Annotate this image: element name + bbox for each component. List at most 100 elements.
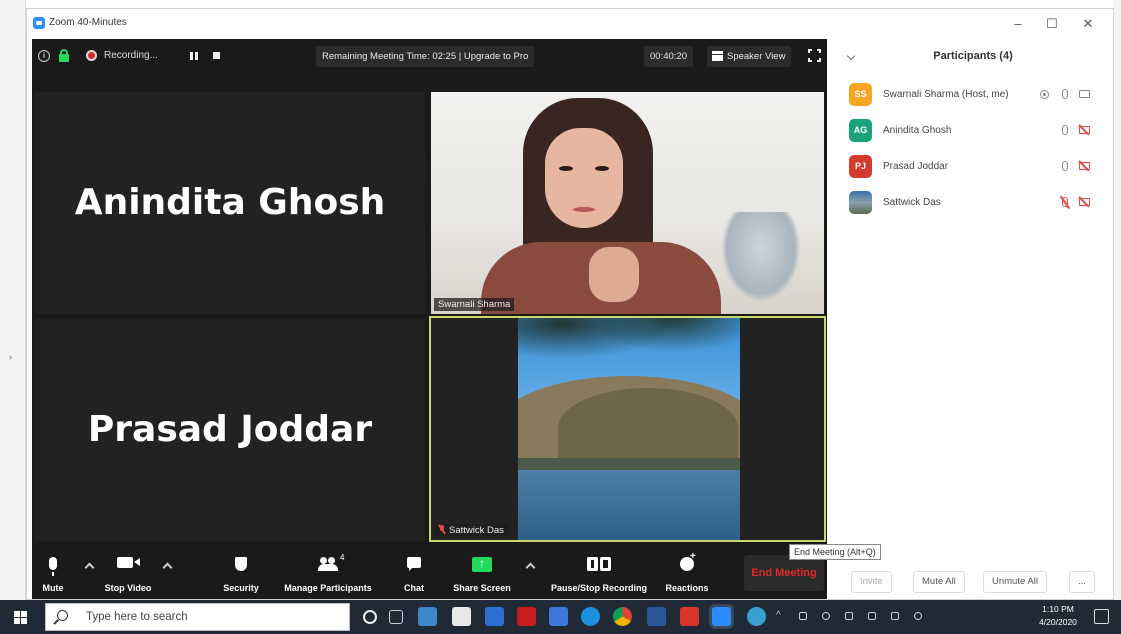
microphone-icon[interactable] [1062,89,1068,99]
video-camera-icon[interactable] [1079,90,1090,98]
stop-video-label: Stop Video [104,583,152,593]
manage-participants-button[interactable]: 4 Manage Participants [278,547,378,599]
webcam-person-eye [559,166,573,171]
participants-icon [318,557,338,571]
video-tile-sattwick[interactable]: Sattwick Das [429,316,826,542]
webcam-object [721,212,801,302]
meeting-timer: 00:40:20 [644,46,693,67]
meeting-toolbar: Mute Stop Video Security 4 Manage Partic… [32,547,827,599]
word-icon[interactable] [647,607,666,626]
mute-button[interactable]: Mute [36,547,70,599]
end-meeting-button[interactable]: End Meeting [744,555,824,591]
stop-video-button[interactable]: Stop Video [100,547,156,599]
share-options-chevron-icon[interactable] [525,562,536,573]
share-screen-icon [472,556,492,572]
reactions-label: Reactions [665,583,709,593]
video-off-icon[interactable] [1079,198,1090,206]
taskbar-clock[interactable]: 1:10 PM 4/20/2020 [1028,603,1088,629]
share-screen-label: Share Screen [453,583,511,593]
mute-all-button[interactable]: Mute All [913,571,965,593]
video-camera-icon [117,557,140,568]
search-placeholder: Type here to search [86,611,188,623]
video-tile-anindita[interactable]: Anindita Ghosh [35,92,425,314]
clock-time: 1:10 PM [1042,604,1074,614]
acrobat-icon[interactable] [680,607,699,626]
chat-icon [407,557,421,571]
share-screen-button[interactable]: Share Screen [450,547,514,599]
more-options-button[interactable]: ... [1069,571,1095,593]
dropbox-icon[interactable] [485,607,504,626]
reactions-button[interactable]: Reactions [661,547,713,599]
audio-options-chevron-icon[interactable] [84,562,95,573]
invite-button[interactable]: Invite [851,571,892,593]
mic-muted-icon [438,525,446,534]
avatar [849,191,872,214]
video-tile-swarnali[interactable]: Swarnali Sharma [431,92,824,314]
zoom-taskbar-icon[interactable] [712,607,731,626]
help-icon[interactable] [747,607,766,626]
pause-recording-icon[interactable] [190,52,198,60]
unmute-all-button[interactable]: Unmute All [983,571,1047,593]
webcam-person-mouth [573,207,595,212]
volume-icon[interactable] [845,612,853,620]
cortana-icon[interactable] [363,610,377,624]
task-view-icon[interactable] [389,610,403,624]
windows-start-icon[interactable] [14,611,27,624]
fullscreen-icon[interactable] [808,49,821,62]
video-options-chevron-icon[interactable] [162,562,173,573]
expand-arrow-icon[interactable]: › [9,352,12,362]
store-icon[interactable] [452,607,471,626]
speaker-view-label: Speaker View [727,51,786,62]
notification-center-icon[interactable] [1094,609,1109,624]
minimize-button[interactable]: – [1003,14,1033,34]
wifi-icon[interactable] [914,612,922,620]
pause-stop-recording-label: Pause/Stop Recording [550,583,648,593]
microphone-icon[interactable] [1062,161,1068,171]
participant-row[interactable]: PJ Prasad Joddar [833,150,1113,186]
language-icon[interactable] [891,612,899,620]
microphone-icon [49,557,57,576]
webcam-person-face [545,128,623,228]
chat-button[interactable]: Chat [398,547,430,599]
zoom-window: Zoom 40-Minutes – ☐ ✕ i Recording... Rem… [26,8,1114,600]
edge-icon[interactable] [581,607,600,626]
clock-date: 4/20/2020 [1039,617,1077,627]
meeting-info-icon[interactable]: i [38,50,50,62]
participants-panel: Participants (4) SS Swarnali Sharma (Hos… [833,39,1113,599]
encryption-lock-icon[interactable] [59,49,69,62]
battery-icon[interactable] [799,612,807,620]
landscape-video-feed [518,318,740,540]
video-off-icon[interactable] [1079,126,1090,134]
webcam-person-hand [589,247,639,302]
maximize-button[interactable]: ☐ [1037,14,1067,34]
windows-taskbar: Type here to search ^ 1:10 PM 4/20/2020 [0,600,1121,634]
microphone-icon[interactable] [1062,125,1068,135]
security-button[interactable]: Security [218,547,264,599]
reactions-emoji-icon [680,551,696,571]
participant-row[interactable]: SS Swarnali Sharma (Host, me) [833,78,1113,114]
remaining-time-banner[interactable]: Remaining Meeting Time: 02:25 | Upgrade … [316,46,535,67]
title-bar[interactable]: Zoom 40-Minutes – ☐ ✕ [27,9,1113,39]
netflix-icon[interactable] [517,607,536,626]
video-off-icon[interactable] [1079,162,1090,170]
network-icon[interactable] [822,612,830,620]
participant-name: Swarnali Sharma (Host, me) [883,89,1009,100]
file-explorer-icon[interactable] [418,607,437,626]
avatar: AG [849,119,872,142]
meeting-area: i Recording... Remaining Meeting Time: 0… [32,39,827,599]
mail-icon[interactable] [549,607,568,626]
video-tile-prasad[interactable]: Prasad Joddar [35,319,425,541]
onedrive-icon[interactable] [868,612,876,620]
security-label: Security [223,583,259,593]
speaker-view-button[interactable]: Speaker View [707,46,792,67]
pause-stop-recording-button[interactable]: Pause/Stop Recording [543,547,655,599]
tray-expand-chevron-icon[interactable]: ^ [776,610,781,621]
mic-muted-icon[interactable] [1062,197,1068,207]
stop-recording-icon[interactable] [213,52,220,59]
participant-row[interactable]: AG Anindita Ghosh [833,114,1113,150]
chrome-icon[interactable] [613,607,632,626]
taskbar-search-box[interactable]: Type here to search [45,603,350,631]
participant-row[interactable]: Sattwick Das [833,186,1113,222]
participant-name-large: Prasad Joddar [87,409,373,450]
close-button[interactable]: ✕ [1073,14,1103,34]
